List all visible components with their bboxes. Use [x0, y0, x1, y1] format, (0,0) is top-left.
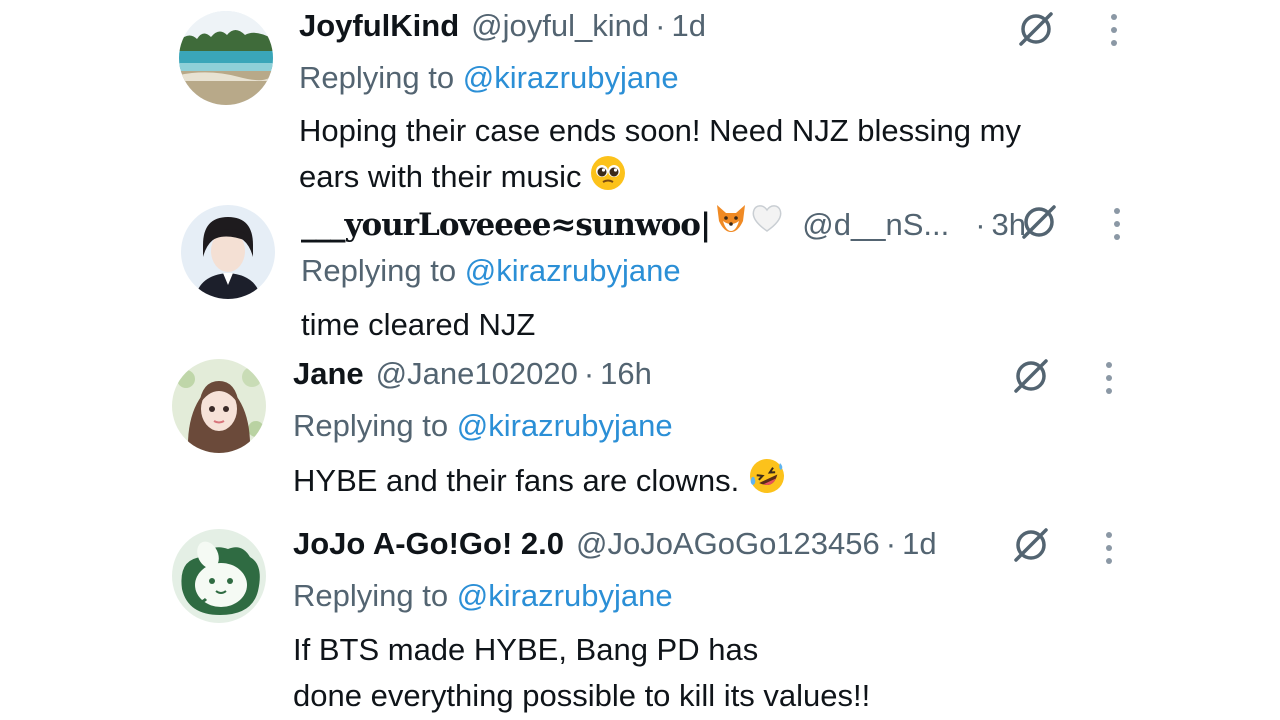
timestamp[interactable]: 1d — [902, 524, 936, 564]
fox-face-icon — [714, 201, 748, 245]
reply-text: time cleared NJZ — [301, 302, 535, 348]
more-vertical-icon[interactable] — [1103, 530, 1115, 566]
replying-to-line: Replying to @kirazrubyjane — [293, 576, 673, 616]
grok-slash-circle-icon[interactable] — [1011, 355, 1051, 395]
avatar[interactable] — [181, 205, 275, 299]
separator-dot: · — [975, 207, 986, 242]
replying-to-line: Replying to @kirazrubyjane — [301, 251, 681, 291]
mention-link[interactable]: @kirazrubyjane — [457, 578, 673, 613]
more-vertical-icon[interactable] — [1108, 12, 1120, 48]
text-line: time cleared NJZ — [301, 307, 536, 342]
separator-dot: · — [583, 356, 595, 391]
reply-header: JoJo A-Go!Go! 2.0 @JoJoAGoGo123456 · 1d — [293, 524, 937, 564]
separator-dot: · — [655, 8, 666, 43]
replying-label: Replying to — [293, 408, 457, 443]
display-name[interactable]: JoJo A-Go!Go! 2.0 — [293, 524, 564, 564]
timestamp[interactable]: 16h — [600, 354, 652, 394]
reply-text: If BTS made HYBE, Bang PD has done every… — [293, 627, 870, 719]
reply-text: HYBE and their fans are clowns. — [293, 457, 786, 508]
avatar[interactable] — [179, 11, 273, 105]
text-line-with-emoji: ears with their music — [299, 154, 1021, 204]
replying-label: Replying to — [299, 60, 463, 95]
text-line: done everything possible to kill its val… — [293, 678, 871, 713]
reply-text: Hoping their case ends soon! Need NJZ bl… — [299, 108, 1021, 204]
text-line-with-emoji: HYBE and their fans are clowns. — [293, 457, 786, 508]
display-name[interactable]: JoyfulKind — [299, 6, 459, 46]
reply-header: JoyfulKind @joyful_kind · 1d — [299, 6, 706, 46]
display-name[interactable]: Jane — [293, 354, 364, 394]
text-line: If BTS made HYBE, Bang PD has — [293, 632, 759, 667]
user-handle[interactable]: @joyful_kind — [471, 6, 649, 46]
user-handle[interactable]: @Jane102020 — [376, 354, 578, 394]
pleading-face-icon — [590, 155, 626, 204]
text-line: HYBE and their fans are clowns. — [293, 463, 740, 498]
reply-header: ___yourLoveeee≈sunwoo| @d__nS... · 3h — [301, 201, 1026, 245]
avatar[interactable] — [172, 359, 266, 453]
grok-slash-circle-icon[interactable] — [1019, 201, 1059, 241]
text-line: ears with their music — [299, 159, 582, 194]
separator-dot: · — [885, 526, 897, 561]
more-vertical-icon[interactable] — [1111, 206, 1123, 242]
rolling-on-floor-laughing-icon — [748, 457, 786, 508]
white-heart-icon — [750, 201, 784, 245]
avatar[interactable] — [172, 529, 266, 623]
more-vertical-icon[interactable] — [1103, 360, 1115, 396]
mention-link[interactable]: @kirazrubyjane — [457, 408, 673, 443]
timestamp[interactable]: 1d — [671, 6, 705, 46]
replying-to-line: Replying to @kirazrubyjane — [293, 406, 673, 446]
grok-slash-circle-icon[interactable] — [1011, 524, 1051, 564]
display-name[interactable]: ___yourLoveeee≈sunwoo| — [301, 205, 711, 245]
user-handle[interactable]: @JoJoAGoGo123456 — [576, 524, 880, 564]
text-line: Hoping their case ends soon! Need NJZ bl… — [299, 113, 1021, 148]
reply-header: Jane @Jane102020 · 16h — [293, 354, 652, 394]
replying-label: Replying to — [301, 253, 465, 288]
replying-label: Replying to — [293, 578, 457, 613]
mention-link[interactable]: @kirazrubyjane — [465, 253, 681, 288]
user-handle[interactable]: @d__nS... — [802, 205, 949, 245]
grok-slash-circle-icon[interactable] — [1016, 8, 1056, 48]
mention-link[interactable]: @kirazrubyjane — [463, 60, 679, 95]
replying-to-line: Replying to @kirazrubyjane — [299, 58, 679, 98]
